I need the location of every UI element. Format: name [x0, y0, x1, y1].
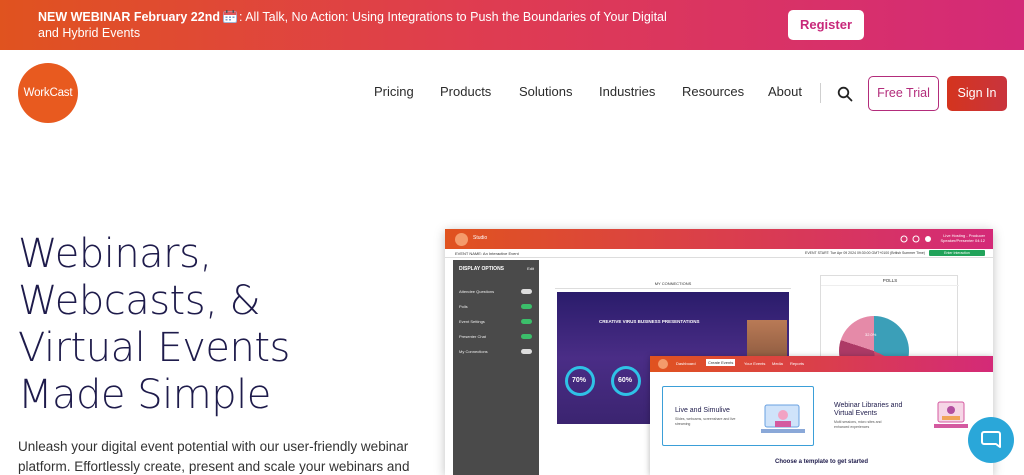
mockup-create-events-panel: Dashboard Create Events Your Events Medi…: [650, 356, 993, 475]
library-illustration-icon: [934, 401, 968, 428]
mockup-option: Event Settings: [459, 319, 485, 324]
hero-subtitle-line: platform. Effortlessly create, present a…: [18, 459, 410, 474]
mockup-card-desc: Slides, webcams, screenshare and live: [675, 417, 736, 421]
banner-line2: and Hybrid Events: [38, 26, 141, 40]
mockup-green-button: Enter Interaction: [929, 250, 985, 256]
mockup-ring-value: 60%: [618, 377, 633, 384]
mockup-card-desc: enhanced experiences: [834, 425, 870, 429]
mockup-green-label: Enter Interaction: [944, 251, 970, 255]
mockup-panel-topbar: Dashboard Create Events Your Events Medi…: [650, 356, 993, 372]
register-button[interactable]: Register: [788, 10, 864, 40]
mockup-card-title: Webinar Libraries and Virtual Events: [834, 402, 902, 418]
nav-divider: [820, 83, 821, 103]
nav-pricing[interactable]: Pricing: [374, 84, 414, 99]
hero-subtitle-line: Unleash your digital event potential wit…: [18, 439, 409, 454]
mockup-panel-logo: [658, 359, 668, 369]
mockup-video-title: CREATIVE VIRUS BUSINESS PRESENTATIONS: [599, 319, 700, 324]
mockup-toolbar-icons: [900, 235, 931, 243]
mockup-event-start: EVENT START: Tue Apr 09 2024 09:30:00 GM…: [805, 251, 925, 255]
mockup-tab: Media: [772, 361, 783, 366]
mockup-stage-title: MY CONNECTIONS: [555, 279, 791, 289]
mockup-tab: Dashboard: [676, 361, 696, 366]
hero-subtitle: Unleash your digital event potential wit…: [18, 437, 418, 475]
mockup-event-name: EVENT NAME: An Interactive Event: [455, 251, 519, 256]
mockup-card-title: Live and Simulive: [675, 407, 730, 414]
mockup-card-title-line: Virtual Events: [834, 410, 878, 417]
hero-title-line: Virtual Events: [18, 325, 290, 371]
mockup-sidebar: DISPLAY OPTIONS Edit Attendee Questions …: [453, 260, 539, 475]
banner-line1: : All Talk, No Action: Using Integration…: [238, 10, 667, 24]
mockup-polls-title: POLLS: [821, 276, 959, 286]
mockup-card-libraries: Webinar Libraries and Virtual Events Mul…: [822, 386, 977, 446]
sign-in-button[interactable]: Sign In: [947, 76, 1007, 111]
mockup-topbar: Studio Live Hosting - Producer Speaker/P…: [445, 229, 993, 249]
mockup-card-desc: Multi sessions, micro sites and: [834, 420, 882, 424]
nav-products[interactable]: Products: [440, 84, 491, 99]
nav-resources[interactable]: Resources: [682, 84, 744, 99]
chat-widget-button[interactable]: [968, 417, 1014, 463]
mockup-tab: Your Events: [744, 361, 766, 366]
mockup-user-info: Live Hosting - Producer Speaker/Presente…: [941, 233, 985, 243]
live-illustration-icon: [761, 404, 805, 433]
announcement-banner: NEW WEBINAR February 22nd : All Talk, No …: [0, 0, 1024, 50]
mockup-card-desc: streaming: [675, 422, 691, 426]
mockup-logo: [455, 233, 468, 246]
mockup-option: Attendee Questions: [459, 289, 495, 294]
nav-industries[interactable]: Industries: [599, 84, 655, 99]
nav-about[interactable]: About: [768, 84, 802, 99]
mockup-card-title-line: Webinar Libraries and: [834, 402, 903, 409]
hero-title: Webinars, Webcasts, & Virtual Events Mad…: [18, 231, 438, 419]
calendar-icon: [222, 10, 237, 23]
mockup-option: Polls: [459, 304, 468, 309]
mockup-toggle: [521, 349, 532, 354]
mockup-option: Presenter Chat: [459, 334, 486, 339]
workcast-logo[interactable]: WorkCast: [18, 63, 78, 123]
hero-title-line: Webinars,: [18, 231, 212, 277]
search-icon[interactable]: [837, 86, 853, 102]
free-trial-button[interactable]: Free Trial: [868, 76, 939, 111]
hero-title-line: Webcasts, &: [18, 278, 261, 324]
mockup-toggle: [521, 319, 532, 324]
mockup-tab: Reports: [790, 361, 805, 366]
mockup-toggle: [521, 289, 532, 294]
mockup-user-line: Speaker/Presenter 04:12: [940, 238, 985, 243]
banner-text: NEW WEBINAR February 22nd : All Talk, No …: [38, 9, 688, 41]
product-screenshot: Studio Live Hosting - Producer Speaker/P…: [445, 229, 993, 475]
mockup-studio-label: Studio: [473, 235, 488, 241]
mockup-toggle: [521, 304, 532, 309]
nav-solutions[interactable]: Solutions: [519, 84, 572, 99]
mockup-pie-label: 32.0%: [865, 332, 877, 337]
mockup-option: My Connections: [459, 349, 488, 354]
mockup-tab-active: Create Events: [706, 359, 736, 366]
mockup-toggle: [521, 334, 532, 339]
banner-highlight: NEW WEBINAR February 22nd: [38, 10, 220, 24]
mockup-display-options: DISPLAY OPTIONS: [459, 266, 505, 272]
mockup-choose-template: Choose a template to get started: [774, 459, 869, 465]
hero-title-line: Made Simple: [18, 372, 271, 418]
chat-icon: [981, 431, 1001, 448]
mockup-display-edit: Edit: [527, 266, 534, 271]
mockup-card-live: Live and Simulive Slides, webcams, scree…: [662, 386, 814, 446]
mockup-ring-value: 70%: [572, 377, 587, 384]
